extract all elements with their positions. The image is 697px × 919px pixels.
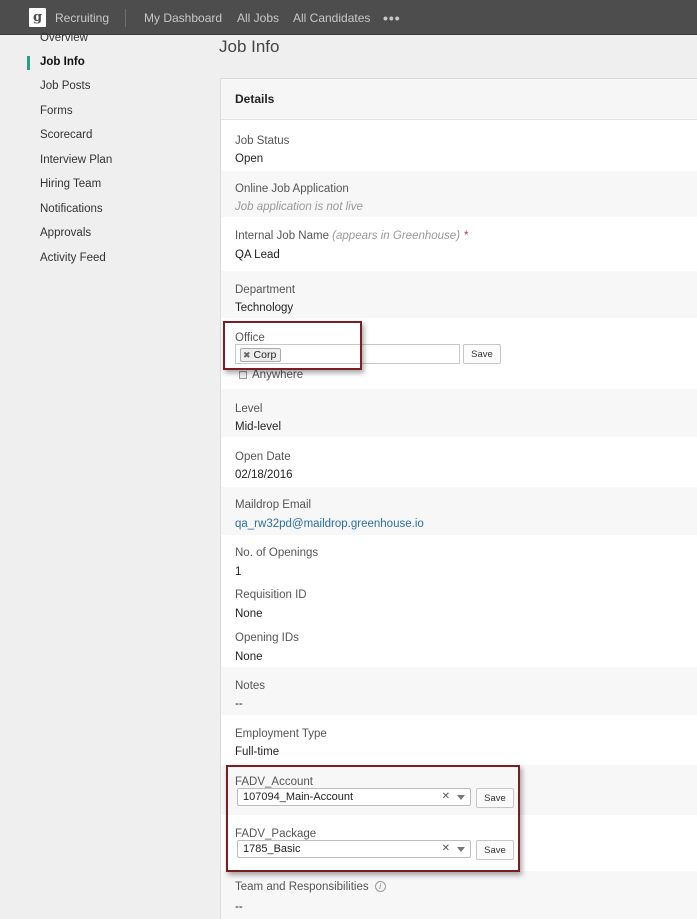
nav-divider (125, 9, 126, 27)
field-row-notes: Notes -- (221, 667, 697, 715)
chevron-down-icon[interactable] (457, 847, 465, 852)
clear-selection-icon[interactable]: ✕ (442, 791, 450, 802)
remove-chip-icon[interactable]: ✖ (243, 350, 251, 361)
fadv-account-select[interactable]: 107094_Main-Account ✕ (237, 788, 471, 806)
field-value: Mid-level (235, 421, 282, 433)
office-chip: ✖ Corp (240, 348, 282, 362)
required-marker: * (464, 230, 469, 242)
job-sidebar: Overview Job Info Job Posts Forms Scorec… (0, 32, 218, 919)
fadv-account-save-button[interactable]: Save (476, 788, 514, 808)
field-value: Technology (235, 302, 294, 314)
sidebar-item-approvals[interactable]: Approvals (40, 227, 91, 239)
field-label: FADV_Account (235, 776, 313, 788)
more-menu-icon[interactable]: ••• (383, 10, 401, 26)
maildrop-email-link[interactable]: qa_rw32pd@maildrop.greenhouse.io (235, 518, 424, 530)
field-label-team: Team and Responsibilities i (235, 881, 386, 893)
field-label: Team and Responsibilities (235, 881, 369, 893)
field-value: 1 (235, 566, 242, 578)
field-value: -- (235, 698, 243, 710)
field-value: None (235, 651, 263, 663)
nav-my-dashboard[interactable]: My Dashboard (144, 11, 222, 25)
select-value: 107094_Main-Account (243, 791, 354, 803)
field-label: No. of Openings (235, 547, 319, 559)
nav-all-candidates[interactable]: All Candidates (293, 11, 370, 25)
field-label: Level (235, 403, 263, 415)
page-title: Job Info (219, 37, 280, 56)
field-value: QA Lead (235, 249, 280, 261)
field-value: Open (235, 153, 264, 165)
field-label: Opening IDs (235, 632, 299, 644)
field-label: Online Job Application (235, 183, 349, 195)
sidebar-item-activity-feed[interactable]: Activity Feed (40, 252, 106, 264)
field-row-open-date: Open Date 02/18/2016 (221, 439, 697, 486)
info-icon[interactable]: i (374, 881, 386, 893)
field-row-department: Department Technology (221, 271, 697, 318)
field-label-internal-name: Internal Job Name (appears in Greenhouse… (235, 230, 469, 242)
office-save-button[interactable]: Save (463, 344, 501, 364)
field-value: -- (235, 901, 243, 913)
sidebar-item-overview[interactable]: Overview (40, 32, 88, 44)
top-navigation-bar: g Recruiting My Dashboard All Jobs All C… (0, 0, 697, 35)
field-value: None (235, 608, 263, 620)
clear-selection-icon[interactable]: ✕ (442, 843, 450, 854)
office-chip-label: Corp (253, 349, 277, 361)
field-value: 02/18/2016 (235, 469, 293, 481)
fadv-package-select[interactable]: 1785_Basic ✕ (237, 840, 471, 858)
sidebar-item-hiring-team[interactable]: Hiring Team (40, 178, 101, 190)
field-label: Office (235, 332, 265, 344)
field-label: Internal Job Name (235, 230, 329, 242)
field-label: Maildrop Email (235, 499, 312, 511)
chevron-down-icon[interactable] (457, 795, 465, 800)
field-row-requisition-id: Requisition ID None (221, 579, 697, 622)
anywhere-checkbox[interactable] (239, 371, 247, 379)
field-row-opening-ids: Opening IDs None (221, 622, 697, 665)
sidebar-item-job-posts[interactable]: Job Posts (40, 80, 91, 92)
field-label: Employment Type (235, 728, 327, 740)
sidebar-item-job-info[interactable]: Job Info (40, 56, 85, 68)
field-row-team-responsibilities: Team and Responsibilities i -- (221, 871, 697, 919)
field-label: Open Date (235, 451, 291, 463)
field-value: Full-time (235, 746, 280, 758)
panel-title: Details (235, 92, 275, 106)
field-row-maildrop-email: Maildrop Email qa_rw32pd@maildrop.greenh… (221, 487, 697, 535)
details-panel: Details Job Status Open Online Job Appli… (220, 78, 697, 919)
field-row-online-application: Online Job Application Job application i… (221, 171, 697, 217)
panel-header: Details (221, 79, 697, 120)
office-multiselect-input[interactable]: ✖ Corp (235, 344, 460, 364)
sidebar-item-forms[interactable]: Forms (40, 105, 73, 117)
field-hint: (appears in Greenhouse) (332, 230, 461, 242)
app-name-link[interactable]: Recruiting (55, 11, 109, 25)
fadv-package-save-button[interactable]: Save (476, 840, 514, 860)
anywhere-checkbox-label[interactable]: Anywhere (252, 369, 303, 381)
sidebar-item-notifications[interactable]: Notifications (40, 203, 103, 215)
field-label: Department (235, 284, 296, 296)
field-label: Notes (235, 680, 266, 692)
field-row-openings: No. of Openings 1 (221, 537, 697, 579)
field-row-internal-job-name: Internal Job Name (appears in Greenhouse… (221, 219, 697, 269)
select-value: 1785_Basic (243, 843, 301, 855)
field-row-job-status: Job Status Open (221, 121, 697, 169)
field-label: Job Status (235, 135, 290, 147)
field-label: FADV_Package (235, 828, 317, 840)
greenhouse-logo-icon[interactable]: g (29, 8, 46, 27)
sidebar-item-interview-plan[interactable]: Interview Plan (40, 154, 112, 166)
sidebar-item-scorecard[interactable]: Scorecard (40, 129, 92, 141)
nav-all-jobs[interactable]: All Jobs (237, 11, 279, 25)
field-row-level: Level Mid-level (221, 389, 697, 437)
active-indicator (27, 56, 30, 70)
field-value: Job application is not live (235, 201, 363, 213)
field-label: Requisition ID (235, 589, 307, 601)
field-row-employment-type: Employment Type Full-time (221, 715, 697, 763)
